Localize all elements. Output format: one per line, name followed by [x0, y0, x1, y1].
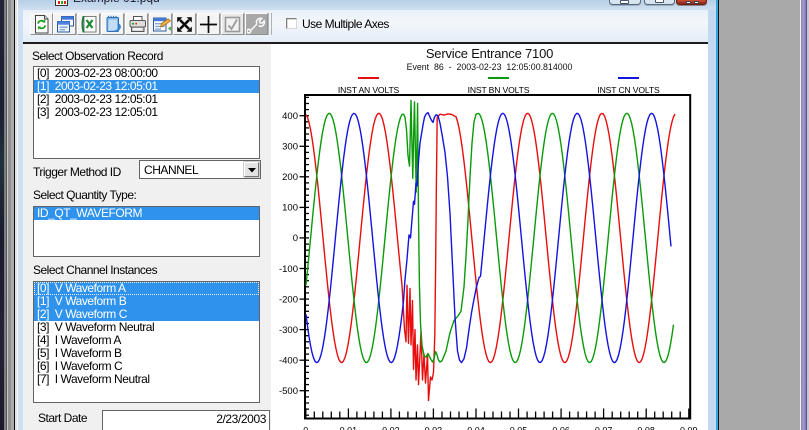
svg-text:0.03: 0.03: [425, 426, 443, 430]
svg-text:0.02: 0.02: [382, 426, 400, 430]
svg-text:-400: -400: [279, 356, 298, 367]
svg-text:0.08: 0.08: [637, 426, 655, 430]
svg-text:-500: -500: [279, 386, 298, 397]
svg-text:400: 400: [282, 111, 298, 122]
svg-text:0.04: 0.04: [467, 426, 485, 430]
svg-text:0.05: 0.05: [510, 426, 528, 430]
svg-text:0.09: 0.09: [680, 426, 698, 430]
svg-text:0: 0: [303, 426, 308, 430]
svg-text:0.01: 0.01: [340, 426, 358, 430]
svg-text:-100: -100: [279, 264, 298, 275]
svg-text:-300: -300: [279, 325, 298, 336]
svg-text:300: 300: [282, 142, 298, 153]
svg-text:-200: -200: [279, 294, 298, 305]
svg-text:100: 100: [282, 203, 298, 214]
svg-text:200: 200: [282, 172, 298, 183]
svg-text:0.06: 0.06: [552, 426, 570, 430]
svg-text:0: 0: [293, 233, 298, 244]
svg-text:0.07: 0.07: [595, 426, 613, 430]
